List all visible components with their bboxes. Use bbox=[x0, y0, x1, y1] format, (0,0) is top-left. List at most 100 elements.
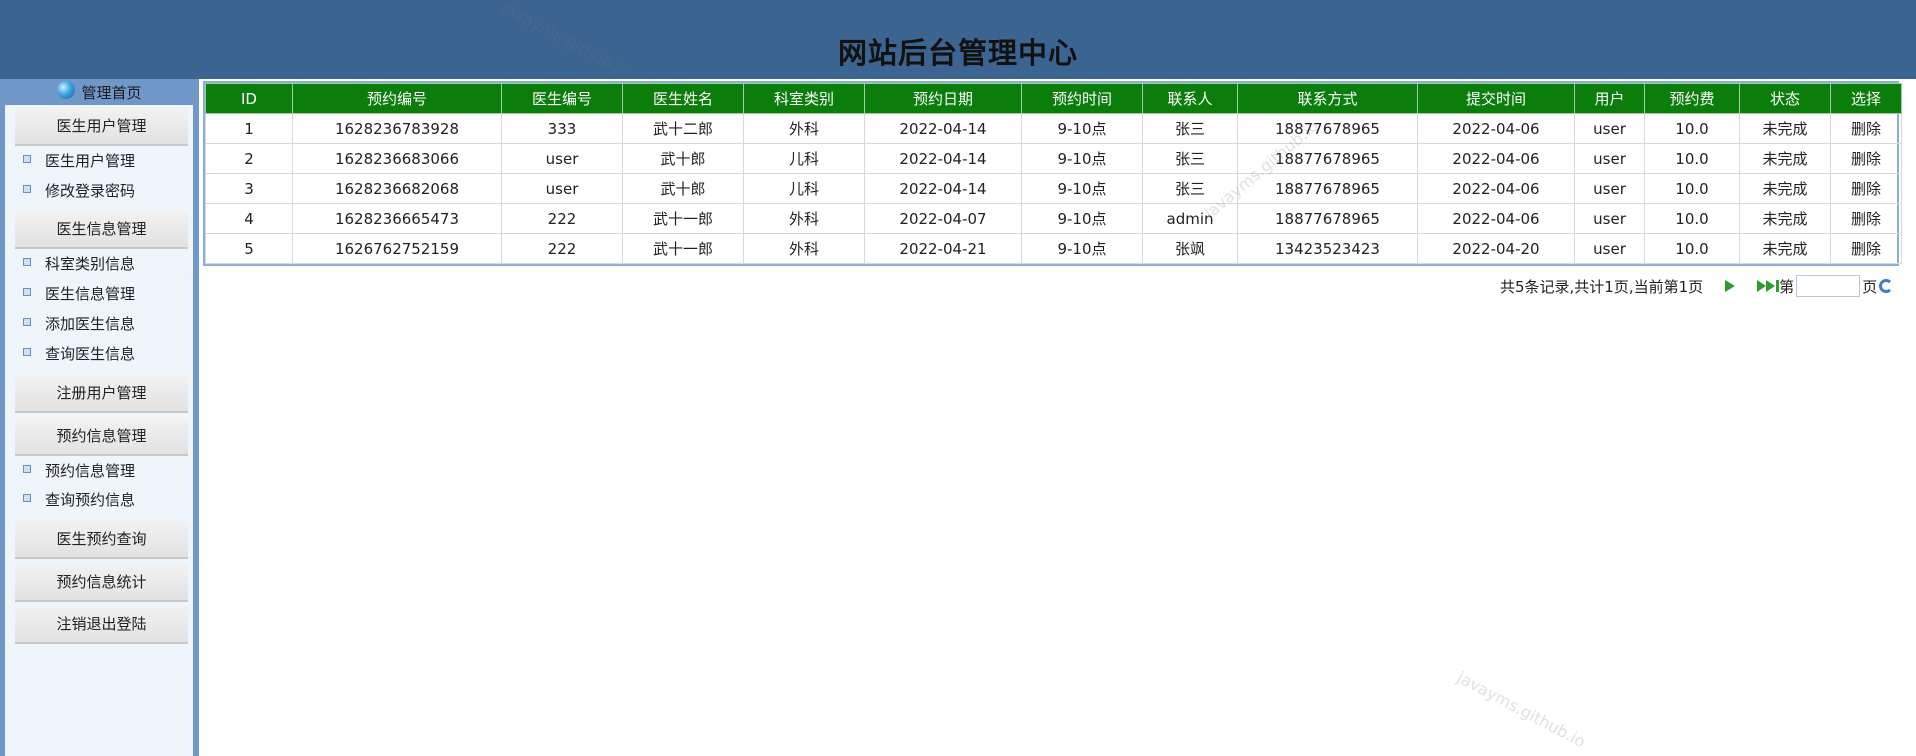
delete-link[interactable]: 删除 bbox=[1830, 173, 1902, 204]
table-cell: 1 bbox=[205, 113, 293, 144]
bullet-icon bbox=[23, 185, 31, 193]
nav-item-department[interactable]: 科室类别信息 bbox=[23, 252, 135, 276]
sidebar-home-label: 管理首页 bbox=[81, 83, 142, 102]
table-cell: 222 bbox=[501, 203, 623, 234]
nav-item-add-doctor[interactable]: 添加医生信息 bbox=[23, 312, 135, 336]
column-header: 预约编号 bbox=[292, 83, 502, 114]
table-cell: 2022-04-14 bbox=[864, 173, 1022, 204]
bullet-icon bbox=[23, 288, 31, 296]
table-cell: 未完成 bbox=[1739, 233, 1831, 264]
table-cell: 1628236682068 bbox=[292, 173, 502, 204]
table-row: 2 1628236683066 user 武十郎 儿科 2022-04-14 9-10点 张三… bbox=[205, 143, 1902, 174]
column-header: 预约费 bbox=[1644, 83, 1740, 114]
nav-group-statistics[interactable]: 预约信息统计 bbox=[15, 564, 188, 602]
table-cell: 2022-04-06 bbox=[1417, 203, 1575, 234]
column-header: 科室类别 bbox=[743, 83, 865, 114]
pagination: 共5条记录,共计1页,当前第1页 第 页 bbox=[1500, 273, 1894, 299]
table-cell: 2022-04-20 bbox=[1417, 233, 1575, 264]
table-cell: 张三 bbox=[1142, 113, 1238, 144]
nav-item-doctor-info[interactable]: 医生信息管理 bbox=[23, 282, 135, 306]
column-header: ID bbox=[205, 83, 293, 114]
bullet-icon bbox=[23, 318, 31, 326]
nav-group-appointments[interactable]: 预约信息管理 bbox=[15, 418, 188, 456]
nav-group-doctor-info[interactable]: 医生信息管理 bbox=[15, 211, 188, 249]
table-cell: 武十郎 bbox=[622, 173, 744, 204]
sidebar-home-link[interactable]: 管理首页 bbox=[0, 79, 199, 105]
last-page-icon[interactable] bbox=[1757, 280, 1780, 292]
column-header: 联系方式 bbox=[1237, 83, 1418, 114]
table-cell: 武十二郎 bbox=[622, 113, 744, 144]
table-cell: 2022-04-06 bbox=[1417, 113, 1575, 144]
table-cell: 9-10点 bbox=[1021, 233, 1143, 264]
table-cell: user bbox=[501, 143, 623, 174]
table-cell: 2 bbox=[205, 143, 293, 174]
table-cell: 9-10点 bbox=[1021, 203, 1143, 234]
table-cell: 18877678965 bbox=[1237, 143, 1418, 174]
table-cell: user bbox=[1574, 173, 1645, 204]
globe-icon bbox=[57, 81, 76, 99]
column-header: 医生姓名 bbox=[622, 83, 744, 114]
bullet-icon bbox=[23, 465, 31, 473]
table-cell: 武十一郎 bbox=[622, 233, 744, 264]
column-header: 用户 bbox=[1574, 83, 1645, 114]
table-cell: 1628236783928 bbox=[292, 113, 502, 144]
delete-link[interactable]: 删除 bbox=[1830, 143, 1902, 174]
table-cell: 外科 bbox=[743, 203, 865, 234]
nav-group-logout[interactable]: 注销退出登陆 bbox=[15, 606, 188, 644]
table-header-row: ID 预约编号 医生编号 医生姓名 科室类别 预约日期 预约时间 联系人 联系方式 提交时间 用户预… bbox=[205, 83, 1902, 114]
table-cell: 18877678965 bbox=[1237, 203, 1418, 234]
table-cell: 333 bbox=[501, 113, 623, 144]
header-bar: 网站后台管理中心 bbox=[0, 0, 1916, 79]
delete-link[interactable]: 删除 bbox=[1830, 113, 1902, 144]
table-cell: 10.0 bbox=[1644, 233, 1740, 264]
table-cell: 未完成 bbox=[1739, 143, 1831, 174]
table-cell: 2022-04-14 bbox=[864, 113, 1022, 144]
nav-item-change-password[interactable]: 修改登录密码 bbox=[23, 179, 135, 203]
page-number-input[interactable] bbox=[1796, 275, 1861, 297]
table-cell: 未完成 bbox=[1739, 113, 1831, 144]
delete-link[interactable]: 删除 bbox=[1830, 203, 1902, 234]
table-cell: 儿科 bbox=[743, 173, 865, 204]
pager-summary: 共5条记录,共计1页,当前第1页 bbox=[1500, 277, 1704, 296]
nav-item-search-doctor[interactable]: 查询医生信息 bbox=[23, 342, 135, 366]
column-header: 状态 bbox=[1739, 83, 1831, 114]
nav-group-doctor-appointments[interactable]: 医生预约查询 bbox=[15, 521, 188, 559]
sidebar: 管理首页 医生用户管理 医生用户管理 修改登录密码 医生信息管理 科室类别信息 … bbox=[0, 79, 199, 756]
nav-group-doctor-users[interactable]: 医生用户管理 bbox=[15, 108, 188, 146]
table-cell: user bbox=[1574, 143, 1645, 174]
nav-item-search-appointments[interactable]: 查询预约信息 bbox=[23, 488, 135, 512]
table-cell: 9-10点 bbox=[1021, 143, 1143, 174]
refresh-icon[interactable] bbox=[1879, 279, 1894, 293]
table-cell: 武十一郎 bbox=[622, 203, 744, 234]
table-cell: 3 bbox=[205, 173, 293, 204]
table-cell: 222 bbox=[501, 233, 623, 264]
nav-item-doctor-users[interactable]: 医生用户管理 bbox=[23, 149, 135, 173]
table-cell: 张三 bbox=[1142, 143, 1238, 174]
table-row: 5 1626762752159 222 武十一郎 外科 2022-04-21 9-10点 张飒… bbox=[205, 233, 1902, 264]
nav-item-appointments[interactable]: 预约信息管理 bbox=[23, 459, 135, 483]
table-cell: 10.0 bbox=[1644, 143, 1740, 174]
table-cell: 1628236683066 bbox=[292, 143, 502, 174]
page-title: 网站后台管理中心 bbox=[837, 36, 1078, 70]
table-cell: 4 bbox=[205, 203, 293, 234]
nav-group-registered-users[interactable]: 注册用户管理 bbox=[15, 375, 188, 413]
column-header: 预约日期 bbox=[864, 83, 1022, 114]
table-cell: 2022-04-21 bbox=[864, 233, 1022, 264]
next-page-icon[interactable] bbox=[1725, 280, 1736, 292]
table-row: 4 1628236665473 222 武十一郎 外科 2022-04-07 9-10点 ad… bbox=[205, 203, 1902, 234]
delete-link[interactable]: 删除 bbox=[1830, 233, 1902, 264]
table-cell: 2022-04-06 bbox=[1417, 173, 1575, 204]
column-header: 提交时间 bbox=[1417, 83, 1575, 114]
column-header: 选择 bbox=[1830, 83, 1902, 114]
table-row: 1 1628236783928 333 武十二郎 外科 2022-04-14 9-10点 张三… bbox=[205, 113, 1902, 144]
page-suffix: 页 bbox=[1862, 277, 1878, 296]
table-cell: 1626762752159 bbox=[292, 233, 502, 264]
table-row: 3 1628236682068 user 武十郎 儿科 2022-04-14 9-10点 张三… bbox=[205, 173, 1902, 204]
table-cell: user bbox=[1574, 233, 1645, 264]
appointments-table: ID 预约编号 医生编号 医生姓名 科室类别 预约日期 预约时间 联系人 联系方式 提交时间 用户预… bbox=[203, 81, 1902, 266]
table-cell: admin bbox=[1142, 203, 1238, 234]
table-cell: 未完成 bbox=[1739, 203, 1831, 234]
watermark: javayms.github.io bbox=[1453, 667, 1589, 752]
table-cell: 武十郎 bbox=[622, 143, 744, 174]
table-cell: 2022-04-07 bbox=[864, 203, 1022, 234]
